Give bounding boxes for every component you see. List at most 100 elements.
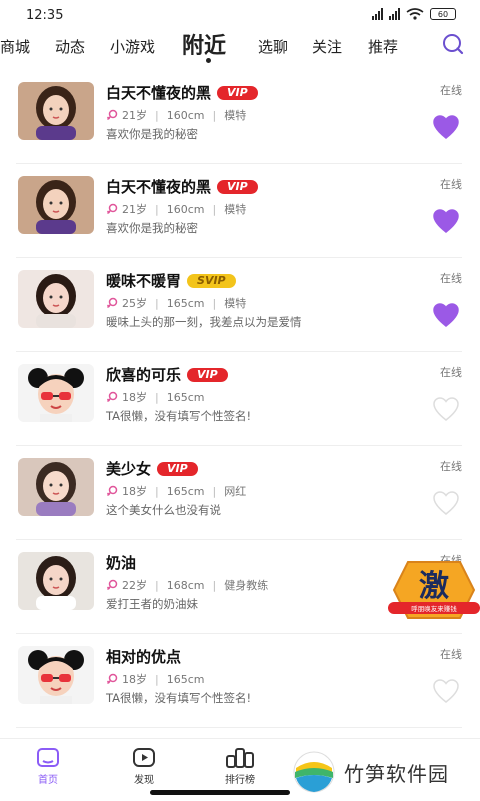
female-icon — [106, 579, 118, 591]
user-job: 模特 — [224, 297, 247, 310]
online-status: 在线 — [440, 272, 462, 285]
wifi-icon — [406, 8, 424, 20]
user-job: 模特 — [224, 203, 247, 216]
user-name-line: 白天不懂夜的黑 VIP — [106, 82, 258, 103]
meta-separator: | — [212, 296, 217, 310]
bottom-tab-label: 排行榜 — [225, 775, 255, 786]
user-meta: 18岁 | 165cm — [106, 671, 204, 687]
vip-badge: SVIP — [187, 273, 236, 288]
play-icon — [133, 748, 155, 767]
user-meta: 25岁 | 165cm | 模特 — [106, 295, 246, 311]
vip-badge: VIP — [157, 461, 198, 476]
vip-badge: VIP — [187, 367, 228, 382]
user-age: 18岁 — [122, 485, 147, 498]
user-height: 168cm — [166, 578, 205, 592]
signal-icon — [372, 8, 383, 20]
tab-select-chat[interactable]: 选聊 — [258, 36, 288, 57]
avatar-image — [18, 82, 94, 140]
tab-nearby[interactable]: 附近 — [182, 28, 226, 60]
avatar[interactable] — [18, 364, 94, 422]
avatar-image — [18, 646, 94, 704]
user-meta: 22岁 | 168cm | 健身教练 — [106, 577, 268, 593]
user-name: 暖味不暖胃 — [106, 272, 182, 290]
meta-separator: | — [212, 108, 217, 122]
tab-minigames[interactable]: 小游戏 — [110, 36, 155, 57]
user-row[interactable]: 白天不懂夜的黑 VIP 21岁 | 160cm | 模特 喜欢你是我的秘密 在线 — [0, 70, 480, 164]
meta-separator: | — [155, 202, 159, 216]
avatar[interactable] — [18, 176, 94, 234]
user-row[interactable]: 暖味不暖胃 SVIP 25岁 | 165cm | 模特 暖味上头的那一刻，我差点以… — [0, 258, 480, 352]
user-meta: 18岁 | 165cm — [106, 389, 204, 405]
avatar[interactable] — [18, 270, 94, 328]
search-icon[interactable] — [441, 32, 465, 56]
user-row[interactable]: 白天不懂夜的黑 VIP 21岁 | 160cm | 模特 喜欢你是我的秘密 在线 — [0, 164, 480, 258]
user-signature: TA很懒，没有填写个性签名! — [106, 691, 252, 705]
vip-badge: VIP — [217, 85, 258, 100]
meta-separator: | — [212, 578, 217, 592]
user-height: 165cm — [166, 484, 205, 498]
avatar[interactable] — [18, 646, 94, 704]
avatar[interactable] — [18, 82, 94, 140]
user-name-line: 欣喜的可乐 VIP — [106, 364, 228, 385]
meta-separator: | — [155, 296, 159, 310]
user-row[interactable]: 相对的优点 18岁 | 165cm TA很懒，没有填写个性签名! 在线 — [0, 634, 480, 728]
tab-recommend[interactable]: 推荐 — [368, 36, 398, 57]
heart-icon[interactable] — [432, 678, 460, 704]
top-nav: 商城 动态 小游戏 附近 选聊 关注 推荐 — [0, 28, 480, 64]
user-signature: 这个美女什么也没有说 — [106, 503, 221, 517]
status-icons: 60 — [372, 8, 456, 20]
heart-icon[interactable] — [432, 302, 460, 328]
bottom-tab-ranking[interactable]: 排行榜 — [210, 747, 270, 786]
heart-icon[interactable] — [432, 208, 460, 234]
user-age: 22岁 — [122, 579, 147, 592]
tab-mall[interactable]: 商城 — [0, 36, 30, 57]
avatar-image — [18, 458, 94, 516]
user-row[interactable]: 美少女 VIP 18岁 | 165cm | 网红 这个美女什么也没有说 在线 — [0, 446, 480, 540]
online-status: 在线 — [440, 84, 462, 97]
tab-feed[interactable]: 动态 — [55, 36, 85, 57]
bottom-tab-label: 首页 — [38, 775, 58, 786]
active-tab-indicator — [206, 58, 211, 63]
user-signature: 暖味上头的那一刻，我差点以为是爱情 — [106, 315, 302, 329]
invite-promo-badge[interactable]: 激 呼朋唤友来赚钱 — [388, 560, 480, 620]
user-name-line: 相对的优点 — [106, 646, 181, 667]
watermark-logo-icon — [293, 751, 335, 793]
user-height: 165cm — [166, 296, 205, 310]
signal-icon — [389, 8, 400, 20]
user-name: 白天不懂夜的黑 — [106, 84, 212, 102]
user-job: 网红 — [224, 485, 247, 498]
status-bar: 12:35 60 — [0, 0, 480, 30]
user-name-line: 美少女 VIP — [106, 458, 198, 479]
user-age: 18岁 — [122, 673, 147, 686]
meta-separator: | — [212, 202, 217, 216]
meta-separator: | — [155, 484, 159, 498]
female-icon — [106, 391, 118, 403]
meta-separator: | — [155, 108, 159, 122]
user-age: 18岁 — [122, 391, 147, 404]
avatar[interactable] — [18, 552, 94, 610]
avatar-image — [18, 176, 94, 234]
female-icon — [106, 203, 118, 215]
heart-icon[interactable] — [432, 114, 460, 140]
bottom-tab-home[interactable]: 首页 — [18, 747, 78, 786]
user-age: 21岁 — [122, 203, 147, 216]
female-icon — [106, 485, 118, 497]
bottom-tab-discover[interactable]: 发现 — [114, 747, 174, 786]
avatar-image — [18, 552, 94, 610]
ranking-icon — [226, 748, 254, 768]
watermark-text: 竹笋软件园 — [344, 761, 449, 786]
user-name: 美少女 — [106, 460, 152, 478]
heart-icon[interactable] — [432, 490, 460, 516]
user-row[interactable]: 欣喜的可乐 VIP 18岁 | 165cm TA很懒，没有填写个性签名! 在线 — [0, 352, 480, 446]
tab-follow[interactable]: 关注 — [312, 36, 342, 57]
meta-separator: | — [155, 672, 159, 686]
battery-icon: 60 — [430, 8, 456, 20]
user-name: 白天不懂夜的黑 — [106, 178, 212, 196]
user-job: 模特 — [224, 109, 247, 122]
user-signature: 喜欢你是我的秘密 — [106, 127, 198, 141]
avatar[interactable] — [18, 458, 94, 516]
user-height: 160cm — [166, 108, 205, 122]
home-indicator — [150, 790, 290, 795]
heart-icon[interactable] — [432, 396, 460, 422]
user-height: 165cm — [166, 390, 205, 404]
